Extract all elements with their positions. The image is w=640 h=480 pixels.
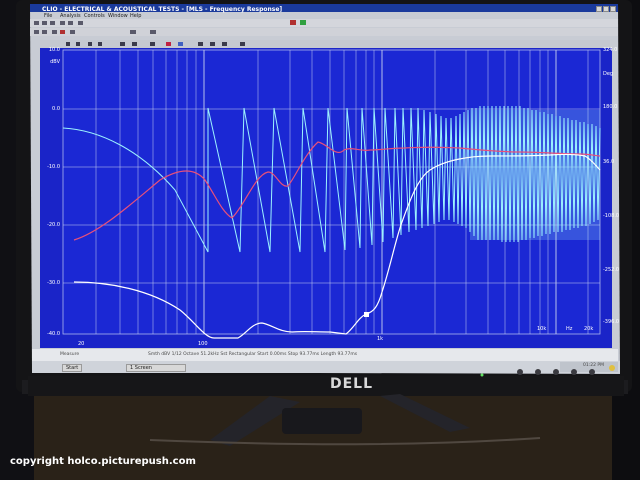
lower-bezel — [28, 376, 624, 396]
power-led-icon — [609, 365, 615, 371]
toolbar-row-2[interactable] — [30, 28, 618, 36]
taskbar — [32, 361, 620, 373]
title-bar — [30, 4, 618, 12]
photo-scene — [0, 0, 640, 480]
status-bar — [32, 349, 618, 361]
graph-toolbar[interactable] — [40, 40, 610, 48]
toolbar-row-1[interactable] — [30, 19, 618, 27]
desk-surface — [0, 395, 640, 480]
cursor-marker[interactable] — [364, 312, 369, 317]
